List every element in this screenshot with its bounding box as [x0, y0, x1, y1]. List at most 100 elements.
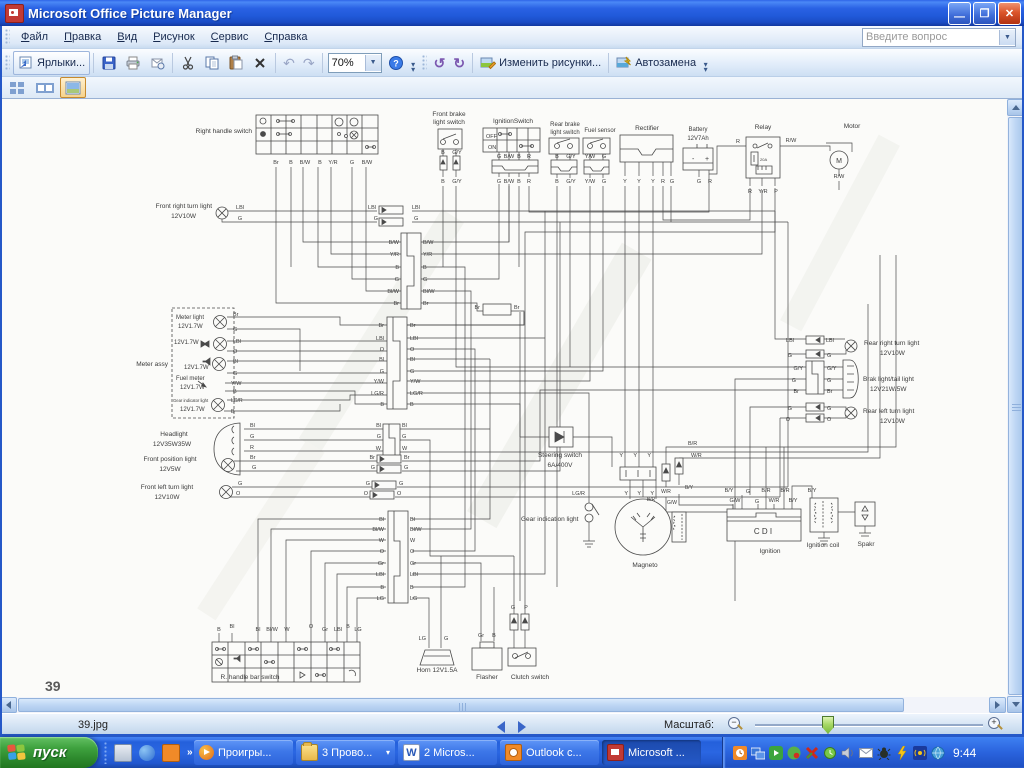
tray-network-icon[interactable] — [751, 746, 765, 760]
tray-globe-icon[interactable] — [931, 746, 945, 760]
quick-launch-browser-icon[interactable] — [139, 744, 155, 761]
scroll-left-button[interactable] — [0, 697, 17, 713]
zoom-out-icon[interactable]: − — [728, 717, 743, 732]
status-bar: 39.jpg Масштаб: − + — [0, 713, 1024, 737]
group-expand-arrow[interactable]: ▾ — [386, 748, 390, 757]
menu-picture[interactable]: Рисунок — [145, 28, 203, 47]
menu-bar: Файл Правка Вид Рисунок Сервис Справка В… — [0, 26, 1024, 49]
help-button[interactable]: ? — [384, 52, 408, 74]
picture-manager-app-icon — [5, 3, 24, 23]
vertical-scroll-thumb[interactable] — [1008, 117, 1023, 695]
tray-clock-icon[interactable] — [733, 745, 747, 760]
tray-lightning-icon[interactable] — [895, 745, 909, 760]
menu-tools[interactable]: Сервис — [203, 28, 257, 47]
tray-wireless-icon[interactable] — [913, 745, 927, 760]
diagram-label: B/R — [647, 497, 656, 503]
restore-button[interactable]: ❐ — [973, 1, 996, 25]
diagram-label: Rear brake — [550, 122, 580, 128]
shortcuts-button[interactable]: Ярлыки... — [13, 50, 91, 75]
zoom-slider-track[interactable] — [755, 724, 983, 727]
toolbar-drag-handle[interactable] — [421, 54, 427, 71]
tray-volume-icon[interactable] — [841, 746, 855, 760]
task-word[interactable]: W 2 Micros... — [398, 740, 497, 765]
task-media-player[interactable]: Проигры... — [194, 740, 293, 765]
diagram-label: LG — [410, 596, 417, 602]
diagram-label: B — [555, 154, 559, 160]
task-explorer-group[interactable]: 3 Прово... ▾ — [296, 740, 395, 765]
rotate-right-button[interactable]: ↻ — [449, 52, 469, 74]
close-button[interactable]: ✕ — [998, 1, 1021, 25]
send-picture-button[interactable] — [145, 52, 169, 74]
diagram-label: O — [380, 347, 385, 353]
zoom-in-icon[interactable]: + — [988, 717, 1003, 732]
menu-view[interactable]: Вид — [109, 28, 145, 47]
view-mode-bar — [0, 77, 1024, 99]
next-picture-button[interactable] — [518, 721, 526, 733]
thumbnail-view-button[interactable] — [4, 77, 30, 98]
rotate-left-button[interactable]: ↺ — [430, 52, 450, 74]
tray-mail-icon[interactable] — [859, 746, 873, 760]
diagram-label: G — [238, 216, 242, 222]
tray-bug-icon[interactable] — [877, 746, 891, 760]
svg-text:?: ? — [393, 58, 399, 68]
diagram-label: Y — [623, 179, 627, 185]
save-button[interactable] — [97, 52, 121, 74]
undo-button[interactable]: ↶ — [279, 52, 299, 74]
diagram-label: R — [708, 179, 712, 185]
delete-button[interactable] — [248, 52, 272, 74]
diagram-label: R. handle bar switch — [221, 674, 280, 681]
tray-error-icon[interactable] — [805, 746, 819, 760]
toolbar-separator — [321, 52, 323, 73]
previous-picture-button[interactable] — [497, 721, 505, 733]
zoom-dropdown-arrow[interactable]: ▼ — [364, 54, 381, 71]
autocorrect-icon — [616, 56, 632, 67]
picture-manager-window: Microsoft Office Picture Manager — ❐ ✕ Ф… — [0, 0, 1024, 768]
task-outlook[interactable]: Outlook c... — [500, 740, 599, 765]
diagram-label: Bl — [250, 423, 255, 429]
diagram-label: 12V10W — [880, 350, 906, 357]
menubar-drag-handle[interactable] — [5, 29, 10, 45]
tray-antivirus-icon[interactable] — [787, 746, 801, 760]
task-picture-manager[interactable]: Microsoft ... — [602, 740, 701, 765]
ask-dropdown-arrow[interactable]: ▼ — [999, 29, 1015, 45]
ask-a-question-box[interactable]: Введите вопрос ▼ — [862, 27, 1016, 47]
diagram-label: 12V1.7W — [174, 340, 199, 346]
diagram-label: B/W — [300, 160, 311, 166]
horizontal-scroll-thumb[interactable] — [18, 698, 904, 712]
single-picture-view-button[interactable] — [60, 77, 86, 98]
redo-button[interactable]: ↷ — [299, 52, 319, 74]
tray-media-icon[interactable] — [769, 745, 783, 760]
filmstrip-view-button[interactable] — [32, 77, 58, 98]
title-bar: Microsoft Office Picture Manager — ❐ ✕ — [0, 0, 1024, 26]
copy-button[interactable] — [200, 52, 224, 74]
diagram-label: light switch — [550, 130, 579, 136]
diagram-label: 12V21W/5W — [870, 386, 907, 393]
quick-launch-calculator-icon[interactable] — [114, 743, 132, 762]
toolbar-drag-handle[interactable] — [5, 54, 10, 71]
autocorrect-button[interactable]: Автозамена — [612, 52, 700, 74]
toolbar-separator — [608, 52, 610, 73]
minimize-button[interactable]: — — [948, 1, 971, 25]
scroll-right-button[interactable] — [989, 697, 1006, 713]
menu-help[interactable]: Справка — [256, 28, 315, 47]
paste-button[interactable] — [224, 52, 248, 74]
zoom-combobox[interactable]: 70% ▼ — [327, 52, 382, 73]
horizontal-scrollbar[interactable] — [0, 697, 1007, 713]
quick-launch-clock-icon[interactable] — [162, 743, 180, 762]
flasher-symbol — [471, 641, 503, 671]
tray-alarm-icon[interactable] — [823, 746, 837, 760]
menu-file[interactable]: Файл — [13, 28, 56, 47]
scanned-wiring-diagram[interactable]: Right handle switch Front brake light swit… — [0, 99, 1007, 697]
scissors-icon — [183, 56, 194, 70]
meter-turn-arrows-icon — [200, 340, 210, 348]
start-button[interactable]: пуск — [0, 737, 98, 768]
cut-button[interactable] — [176, 52, 200, 74]
diagram-label: G — [792, 378, 796, 384]
print-button[interactable] — [121, 52, 145, 74]
edit-pictures-button[interactable]: Изменить рисунки... — [476, 52, 605, 74]
quick-launch-overflow-chevron[interactable]: » — [187, 747, 193, 758]
toolbar-options-chevron[interactable]: ▾ ▾ — [700, 50, 711, 75]
toolbar-options-chevron[interactable]: ▾ ▾ — [408, 50, 419, 75]
menu-edit[interactable]: Правка — [56, 28, 109, 47]
zoom-slider-thumb[interactable] — [822, 716, 834, 734]
